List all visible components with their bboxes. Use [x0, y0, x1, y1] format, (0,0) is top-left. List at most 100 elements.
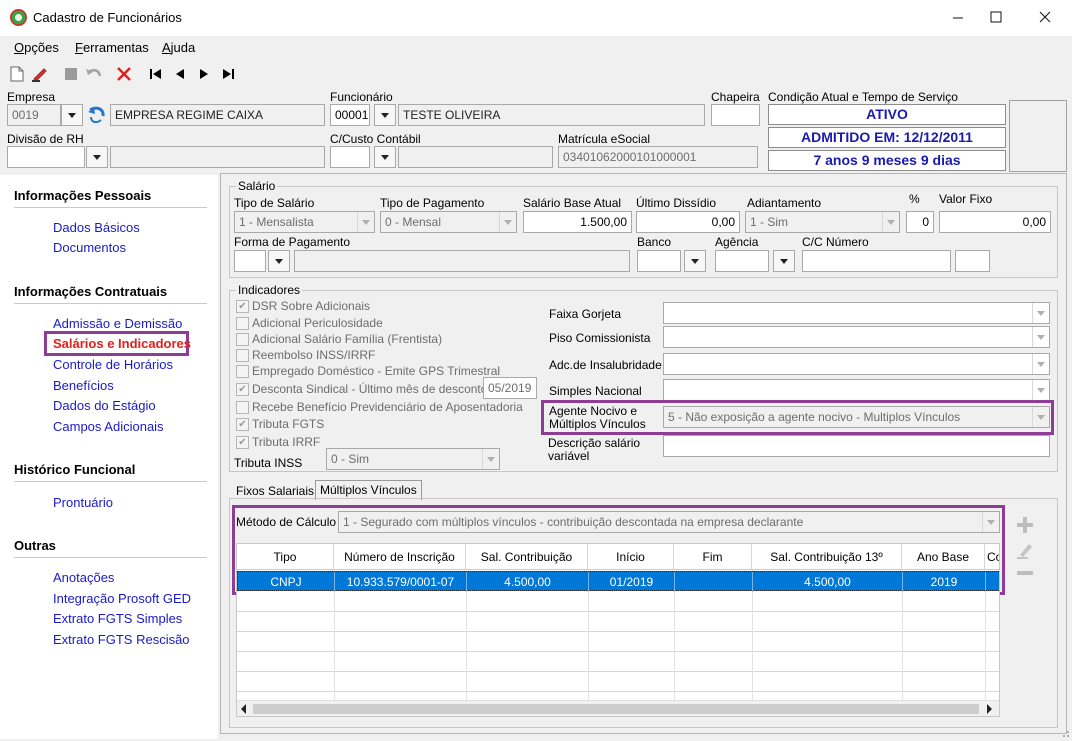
empresa-dropdown-button[interactable]: [61, 104, 83, 126]
delete-button[interactable]: [113, 63, 135, 85]
column-header-sal-contribuicao[interactable]: Sal. Contribuição: [466, 544, 588, 570]
check-beneficio-aposentadoria[interactable]: Recebe Benefício Previdenciário de Apose…: [236, 400, 523, 414]
agencia-dropdown-button[interactable]: [773, 250, 795, 272]
previous-record-button[interactable]: [169, 63, 191, 85]
nav-item-prontuario[interactable]: Prontuário: [53, 495, 113, 510]
ccusto-code-field[interactable]: [330, 146, 370, 168]
nav-item-anotacoes[interactable]: Anotações: [53, 570, 114, 585]
empresa-code-field[interactable]: 0019: [7, 104, 61, 126]
undo-icon: [86, 68, 102, 77]
descricao-salario-variavel-field[interactable]: [663, 435, 1050, 457]
tributa-inss-value: 0 - Sim: [331, 452, 370, 466]
tipo-pagamento-select[interactable]: 0 - Mensal: [380, 211, 517, 233]
check-tributa-fgts[interactable]: ✔ Tributa FGTS: [236, 417, 324, 431]
sindical-mes-field[interactable]: 05/2019: [483, 377, 537, 399]
agente-nocivo-select[interactable]: 5 - Não exposição a agente nocivo - Mult…: [663, 406, 1050, 428]
edit-button[interactable]: [29, 63, 51, 85]
cell-ano-base: 2019: [903, 572, 986, 592]
funcionario-dropdown-button[interactable]: [374, 104, 396, 126]
edit-pencil-icon: [1017, 544, 1032, 559]
valor-fixo-field[interactable]: 0,00: [939, 211, 1051, 233]
nav-item-salarios-indicadores[interactable]: Salários e Indicadores: [53, 336, 191, 351]
ultimo-dissidio-field[interactable]: 0,00: [636, 211, 740, 233]
funcionario-code-field[interactable]: 00001: [330, 104, 370, 126]
column-header-numero-inscricao[interactable]: Número de Inscrição: [334, 544, 466, 570]
undo-button[interactable]: [83, 63, 105, 85]
edit-vinculo-button[interactable]: [1014, 540, 1036, 560]
metodo-calculo-select[interactable]: 1 - Segurado com múltiplos vínculos - co…: [338, 511, 1000, 533]
faixa-gorjeta-select[interactable]: [663, 302, 1050, 324]
table-row[interactable]: CNPJ 10.933.579/0001-07 4.500,00 01/2019…: [237, 571, 999, 592]
divisao-dropdown-button[interactable]: [86, 146, 108, 168]
next-record-button[interactable]: [193, 63, 215, 85]
cc-numero-field[interactable]: [802, 250, 951, 272]
ultimo-dissidio-label: Último Dissídio: [636, 196, 717, 210]
divisao-code-field[interactable]: [7, 146, 85, 168]
empresa-lookup-button[interactable]: [86, 105, 108, 125]
nav-item-dados-estagio[interactable]: Dados do Estágio: [53, 398, 156, 413]
banco-field[interactable]: [637, 250, 681, 272]
employee-photo[interactable]: [1009, 100, 1067, 172]
column-header-fim[interactable]: Fim: [674, 544, 752, 570]
chapeira-field[interactable]: [711, 104, 760, 126]
check-empregado-domestico[interactable]: Empregado Doméstico - Emite GPS Trimestr…: [236, 364, 500, 378]
forma-pagamento-dropdown-button[interactable]: [268, 250, 290, 272]
resize-grip-icon[interactable]: [1058, 726, 1070, 738]
piso-comissionista-select[interactable]: [663, 326, 1050, 348]
column-header-inicio[interactable]: Início: [588, 544, 674, 570]
tab-multiplos-vinculos[interactable]: Múltiplos Vínculos: [315, 480, 422, 500]
check-adicional-periculosidade[interactable]: Adicional Periculosidade: [236, 316, 383, 330]
simples-nacional-select[interactable]: [663, 379, 1050, 401]
check-salario-familia[interactable]: Adicional Salário Família (Frentista): [236, 332, 442, 346]
scroll-left-icon[interactable]: [241, 704, 246, 714]
last-record-button[interactable]: [217, 63, 239, 85]
check-reembolso-inss[interactable]: Reembolso INSS/IRRF: [236, 348, 375, 362]
horizontal-scrollbar[interactable]: [237, 700, 999, 716]
add-vinculo-button[interactable]: [1014, 515, 1036, 535]
faixa-gorjeta-label: Faixa Gorjeta: [549, 307, 622, 321]
adiantamento-select[interactable]: 1 - Sim: [745, 211, 900, 233]
cc-digito-field[interactable]: [955, 250, 990, 272]
column-header-co[interactable]: Co: [985, 544, 999, 570]
nav-item-documentos[interactable]: Documentos: [53, 240, 126, 255]
banco-dropdown-button[interactable]: [684, 250, 706, 272]
grid-col-line: [466, 592, 467, 702]
save-button[interactable]: [60, 63, 82, 85]
nav-item-integracao-ged[interactable]: Integração Prosoft GED: [53, 591, 191, 606]
nav-item-dados-basicos[interactable]: Dados Básicos: [53, 220, 140, 235]
remove-vinculo-button[interactable]: [1014, 563, 1036, 583]
new-button[interactable]: [6, 63, 28, 85]
close-button[interactable]: [1022, 0, 1068, 33]
edit-pencil-icon: [32, 68, 47, 82]
nav-item-controle-horarios[interactable]: Controle de Horários: [53, 357, 173, 372]
column-header-sal-contribuicao-13[interactable]: Sal. Contribuição 13º: [752, 544, 902, 570]
column-header-ano-base[interactable]: Ano Base: [902, 544, 985, 570]
column-header-tipo[interactable]: Tipo: [237, 544, 334, 570]
scroll-right-icon[interactable]: [987, 704, 992, 714]
window-title: Cadastro de Funcionários: [33, 10, 182, 25]
check-tributa-irrf[interactable]: ✔ Tributa IRRF: [236, 435, 320, 449]
tab-fixos-salariais[interactable]: Fixos Salariais: [236, 484, 314, 498]
percent-field[interactable]: 0: [906, 211, 934, 233]
ccusto-dropdown-button[interactable]: [374, 146, 396, 168]
agencia-field[interactable]: [715, 250, 769, 272]
check-desconta-sindical[interactable]: ✔ Desconta Sindical - Último mês de desco…: [236, 382, 487, 396]
scrollbar-thumb[interactable]: [253, 704, 979, 714]
menu-opcoes[interactable]: Opções: [14, 40, 59, 55]
nav-item-admissao-demissao[interactable]: Admissão e Demissão: [53, 316, 182, 331]
nav-item-beneficios[interactable]: Benefícios: [53, 378, 114, 393]
salario-base-field[interactable]: 1.500,00: [523, 211, 632, 233]
maximize-button[interactable]: [973, 0, 1019, 33]
nav-item-campos-adicionais[interactable]: Campos Adicionais: [53, 419, 164, 434]
check-dsr-adicionais[interactable]: ✔ DSR Sobre Adicionais: [236, 299, 370, 313]
menu-ferramentas[interactable]: Ferramentas: [75, 40, 149, 55]
menu-ajuda[interactable]: Ajuda: [162, 40, 195, 55]
tipo-salario-select[interactable]: 1 - Mensalista: [234, 211, 375, 233]
forma-pagamento-code-field[interactable]: [234, 250, 266, 272]
insalubridade-select[interactable]: [663, 353, 1050, 375]
nav-item-extrato-fgts-rescisao[interactable]: Extrato FGTS Rescisão: [53, 632, 190, 647]
tributa-inss-select[interactable]: 0 - Sim: [326, 448, 500, 470]
next-record-icon: [200, 69, 208, 79]
nav-item-extrato-fgts-simples[interactable]: Extrato FGTS Simples: [53, 611, 182, 626]
first-record-button[interactable]: [145, 63, 167, 85]
